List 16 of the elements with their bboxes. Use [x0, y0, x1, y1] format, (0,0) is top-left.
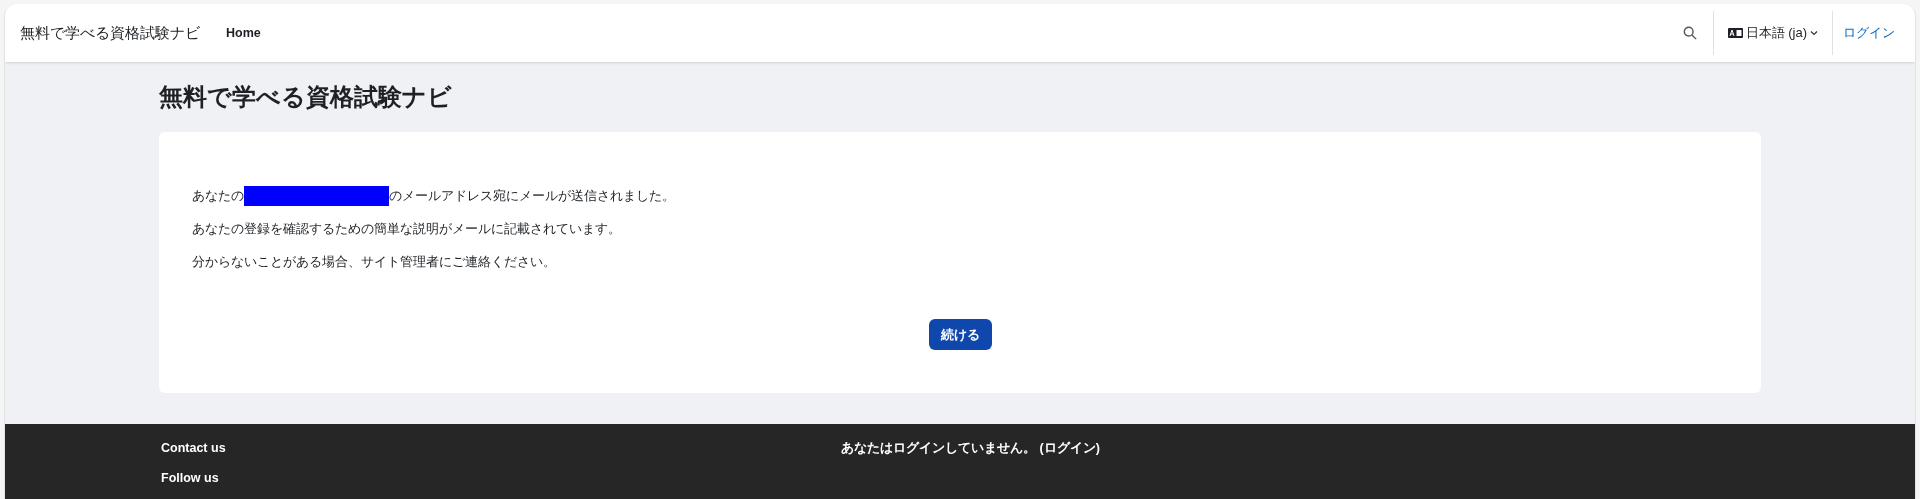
- nav-link[interactable]: Home: [226, 23, 261, 43]
- language-icon: [1727, 28, 1743, 38]
- login-link[interactable]: ログイン: [1833, 23, 1905, 43]
- search-icon[interactable]: [1682, 26, 1697, 40]
- login-status-text: あなたはログインしていません。 (ログイン): [841, 440, 1100, 457]
- page-title: 無料で学べる資格試験ナビ: [159, 82, 453, 112]
- language-menu[interactable]: 日本語 (ja): [1713, 23, 1832, 43]
- caret-icon: [1810, 30, 1818, 36]
- continue-button[interactable]: 続ける: [928, 319, 992, 350]
- message-text: あなたの: [192, 187, 244, 205]
- site-brand[interactable]: 無料で学べる資格試験ナビ: [20, 21, 200, 45]
- message-text: のメールアドレス宛にメールが送信されました。: [389, 187, 675, 205]
- message-text: 分からないことがある場合、サイト管理者にご連絡ください。: [192, 253, 556, 271]
- footer-link[interactable]: Follow us: [161, 468, 841, 488]
- message-text: あなたの登録を確認するための簡単な説明がメールに記載されています。: [192, 220, 621, 238]
- footer-link[interactable]: Contact us: [161, 439, 841, 458]
